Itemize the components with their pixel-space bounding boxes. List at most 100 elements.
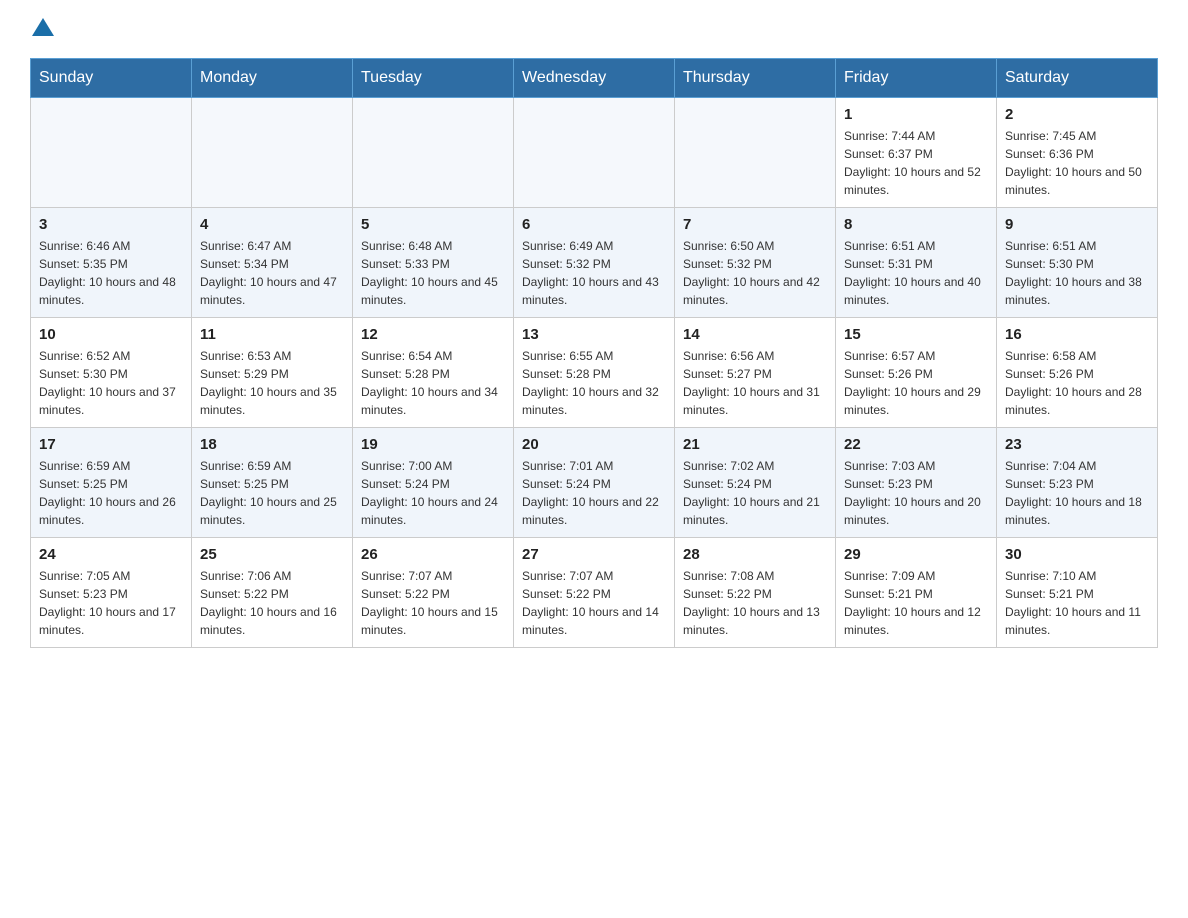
calendar-header-row: SundayMondayTuesdayWednesdayThursdayFrid…	[31, 59, 1158, 98]
weekday-header-saturday: Saturday	[997, 59, 1158, 98]
day-number: 14	[683, 326, 827, 343]
calendar-cell: 9 Sunrise: 6:51 AMSunset: 5:30 PMDaylight…	[997, 208, 1158, 318]
day-number: 6	[522, 216, 666, 233]
calendar-cell: 16 Sunrise: 6:58 AMSunset: 5:26 PMDayligh…	[997, 318, 1158, 428]
calendar-cell: 3 Sunrise: 6:46 AMSunset: 5:35 PMDaylight…	[31, 208, 192, 318]
calendar-cell: 8Sunrise: 6:51 AMSunset: 5:31 PMDaylight…	[836, 208, 997, 318]
day-number: 23	[1005, 436, 1149, 453]
day-info: Sunrise: 7:05 AMSunset: 5:23 PMDaylight:…	[39, 567, 183, 639]
day-number: 4	[200, 216, 344, 233]
day-info: Sunrise: 7:09 AMSunset: 5:21 PMDaylight:…	[844, 567, 988, 639]
day-number: 15	[844, 326, 988, 343]
day-info: Sunrise: 6:55 AMSunset: 5:28 PMDaylight:…	[522, 347, 666, 419]
weekday-header-monday: Monday	[192, 59, 353, 98]
weekday-header-sunday: Sunday	[31, 59, 192, 98]
calendar-cell: 27 Sunrise: 7:07 AMSunset: 5:22 PMDayligh…	[514, 538, 675, 648]
weekday-header-tuesday: Tuesday	[353, 59, 514, 98]
day-info: Sunrise: 6:52 AMSunset: 5:30 PMDaylight:…	[39, 347, 183, 419]
day-number: 30	[1005, 546, 1149, 563]
day-info: Sunrise: 6:48 AMSunset: 5:33 PMDaylight:…	[361, 237, 505, 309]
day-info: Sunrise: 7:07 AMSunset: 5:22 PMDaylight:…	[522, 567, 666, 639]
day-number: 25	[200, 546, 344, 563]
calendar-cell: 19Sunrise: 7:00 AMSunset: 5:24 PMDayligh…	[353, 428, 514, 538]
calendar-cell: 21 Sunrise: 7:02 AMSunset: 5:24 PMDayligh…	[675, 428, 836, 538]
day-info: Sunrise: 7:07 AMSunset: 5:22 PMDaylight:…	[361, 567, 505, 639]
day-number: 20	[522, 436, 666, 453]
day-info: Sunrise: 6:59 AMSunset: 5:25 PMDaylight:…	[39, 457, 183, 529]
day-number: 24	[39, 546, 183, 563]
calendar-cell: 28 Sunrise: 7:08 AMSunset: 5:22 PMDayligh…	[675, 538, 836, 648]
day-info: Sunrise: 7:04 AMSunset: 5:23 PMDaylight:…	[1005, 457, 1149, 529]
day-info: Sunrise: 6:47 AMSunset: 5:34 PMDaylight:…	[200, 237, 344, 309]
day-info: Sunrise: 6:54 AMSunset: 5:28 PMDaylight:…	[361, 347, 505, 419]
day-number: 5	[361, 216, 505, 233]
day-number: 16	[1005, 326, 1149, 343]
calendar-cell	[514, 98, 675, 208]
calendar-cell: 25 Sunrise: 7:06 AMSunset: 5:22 PMDayligh…	[192, 538, 353, 648]
day-number: 17	[39, 436, 183, 453]
day-info: Sunrise: 6:56 AMSunset: 5:27 PMDaylight:…	[683, 347, 827, 419]
day-number: 26	[361, 546, 505, 563]
calendar-cell: 11Sunrise: 6:53 AMSunset: 5:29 PMDayligh…	[192, 318, 353, 428]
calendar-cell: 12 Sunrise: 6:54 AMSunset: 5:28 PMDayligh…	[353, 318, 514, 428]
day-number: 10	[39, 326, 183, 343]
day-info: Sunrise: 7:44 AMSunset: 6:37 PMDaylight:…	[844, 127, 988, 199]
calendar-cell	[353, 98, 514, 208]
calendar-week-row: 10 Sunrise: 6:52 AMSunset: 5:30 PMDayligh…	[31, 318, 1158, 428]
day-number: 8	[844, 216, 988, 233]
day-number: 12	[361, 326, 505, 343]
calendar-cell: 14 Sunrise: 6:56 AMSunset: 5:27 PMDayligh…	[675, 318, 836, 428]
calendar-cell: 2Sunrise: 7:45 AMSunset: 6:36 PMDaylight…	[997, 98, 1158, 208]
calendar-cell: 29Sunrise: 7:09 AMSunset: 5:21 PMDayligh…	[836, 538, 997, 648]
calendar-cell: 15 Sunrise: 6:57 AMSunset: 5:26 PMDayligh…	[836, 318, 997, 428]
day-info: Sunrise: 7:02 AMSunset: 5:24 PMDaylight:…	[683, 457, 827, 529]
weekday-header-wednesday: Wednesday	[514, 59, 675, 98]
day-number: 13	[522, 326, 666, 343]
day-number: 28	[683, 546, 827, 563]
calendar-cell: 6Sunrise: 6:49 AMSunset: 5:32 PMDaylight…	[514, 208, 675, 318]
calendar-cell	[192, 98, 353, 208]
calendar-cell: 23 Sunrise: 7:04 AMSunset: 5:23 PMDayligh…	[997, 428, 1158, 538]
day-info: Sunrise: 6:50 AMSunset: 5:32 PMDaylight:…	[683, 237, 827, 309]
calendar-cell: 18 Sunrise: 6:59 AMSunset: 5:25 PMDayligh…	[192, 428, 353, 538]
logo-triangle-icon	[32, 16, 54, 38]
calendar-cell: 30Sunrise: 7:10 AMSunset: 5:21 PMDayligh…	[997, 538, 1158, 648]
calendar-cell: 20 Sunrise: 7:01 AMSunset: 5:24 PMDayligh…	[514, 428, 675, 538]
calendar-cell: 10 Sunrise: 6:52 AMSunset: 5:30 PMDayligh…	[31, 318, 192, 428]
day-number: 7	[683, 216, 827, 233]
calendar-cell: 26 Sunrise: 7:07 AMSunset: 5:22 PMDayligh…	[353, 538, 514, 648]
day-info: Sunrise: 6:51 AMSunset: 5:30 PMDaylight:…	[1005, 237, 1149, 309]
day-info: Sunrise: 7:45 AMSunset: 6:36 PMDaylight:…	[1005, 127, 1149, 199]
calendar-cell: 4 Sunrise: 6:47 AMSunset: 5:34 PMDaylight…	[192, 208, 353, 318]
day-info: Sunrise: 6:57 AMSunset: 5:26 PMDaylight:…	[844, 347, 988, 419]
day-info: Sunrise: 6:59 AMSunset: 5:25 PMDaylight:…	[200, 457, 344, 529]
day-number: 9	[1005, 216, 1149, 233]
weekday-header-friday: Friday	[836, 59, 997, 98]
calendar-cell	[675, 98, 836, 208]
day-info: Sunrise: 7:08 AMSunset: 5:22 PMDaylight:…	[683, 567, 827, 639]
day-info: Sunrise: 7:06 AMSunset: 5:22 PMDaylight:…	[200, 567, 344, 639]
day-number: 3	[39, 216, 183, 233]
calendar-week-row: 24 Sunrise: 7:05 AMSunset: 5:23 PMDayligh…	[31, 538, 1158, 648]
calendar-week-row: 17 Sunrise: 6:59 AMSunset: 5:25 PMDayligh…	[31, 428, 1158, 538]
calendar-cell: 7 Sunrise: 6:50 AMSunset: 5:32 PMDaylight…	[675, 208, 836, 318]
day-info: Sunrise: 6:58 AMSunset: 5:26 PMDaylight:…	[1005, 347, 1149, 419]
calendar-cell: 22Sunrise: 7:03 AMSunset: 5:23 PMDayligh…	[836, 428, 997, 538]
calendar-cell: 13 Sunrise: 6:55 AMSunset: 5:28 PMDayligh…	[514, 318, 675, 428]
day-info: Sunrise: 6:46 AMSunset: 5:35 PMDaylight:…	[39, 237, 183, 309]
weekday-header-thursday: Thursday	[675, 59, 836, 98]
day-info: Sunrise: 7:01 AMSunset: 5:24 PMDaylight:…	[522, 457, 666, 529]
calendar-cell: 17 Sunrise: 6:59 AMSunset: 5:25 PMDayligh…	[31, 428, 192, 538]
logo	[30, 20, 54, 38]
day-number: 1	[844, 106, 988, 123]
calendar-cell: 5 Sunrise: 6:48 AMSunset: 5:33 PMDaylight…	[353, 208, 514, 318]
calendar-cell: 24 Sunrise: 7:05 AMSunset: 5:23 PMDayligh…	[31, 538, 192, 648]
day-number: 27	[522, 546, 666, 563]
calendar-week-row: 3 Sunrise: 6:46 AMSunset: 5:35 PMDaylight…	[31, 208, 1158, 318]
day-info: Sunrise: 7:03 AMSunset: 5:23 PMDaylight:…	[844, 457, 988, 529]
day-info: Sunrise: 7:00 AMSunset: 5:24 PMDaylight:…	[361, 457, 505, 529]
day-number: 21	[683, 436, 827, 453]
calendar-cell	[31, 98, 192, 208]
calendar-week-row: 1 Sunrise: 7:44 AMSunset: 6:37 PMDaylight…	[31, 98, 1158, 208]
day-number: 18	[200, 436, 344, 453]
